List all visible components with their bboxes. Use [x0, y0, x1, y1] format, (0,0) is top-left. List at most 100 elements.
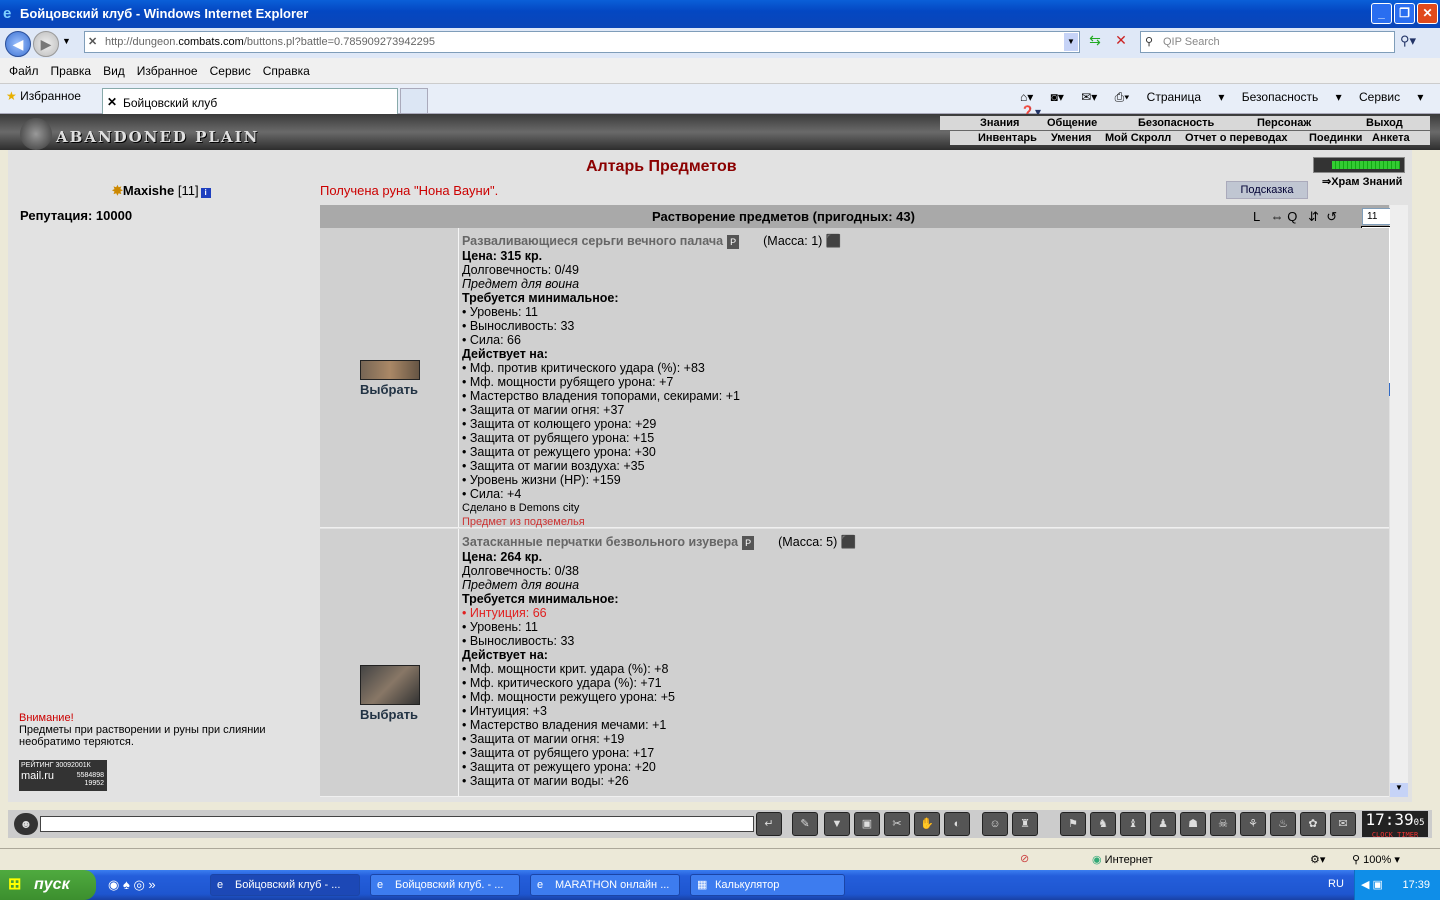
- task-calculator[interactable]: ▦ Калькулятор: [690, 874, 845, 896]
- menu-view[interactable]: Вид: [103, 58, 125, 84]
- task-combats-1[interactable]: e Бойцовский клуб - ...: [210, 874, 360, 896]
- item-name[interactable]: Затасканные перчатки безвольного изувера: [462, 535, 738, 549]
- back-button[interactable]: ◀: [5, 31, 31, 57]
- search-go-icon[interactable]: ⚲▾: [1400, 33, 1430, 53]
- nav-communication[interactable]: Общение: [1047, 117, 1097, 129]
- toolbar-action-icon[interactable]: ☺: [982, 812, 1008, 836]
- task-combats-2[interactable]: e Бойцовский клуб. - ...: [370, 874, 520, 896]
- menu-tools[interactable]: Сервис: [210, 58, 251, 84]
- toolbar-action-icon[interactable]: ☠: [1210, 812, 1236, 836]
- chat-input[interactable]: [40, 816, 754, 832]
- refresh-icon[interactable]: ⇆: [1084, 32, 1106, 54]
- temple-link[interactable]: ⇒Храм Знаний: [1322, 175, 1402, 188]
- toolbar-action-icon[interactable]: ↵: [756, 812, 782, 836]
- info-icon[interactable]: i: [200, 188, 211, 198]
- history-dropdown-icon[interactable]: ▼: [62, 36, 71, 46]
- task-label: Бойцовский клуб - ...: [235, 879, 341, 891]
- made-in: Сделано в Demons city: [462, 502, 580, 514]
- toolbar-action-icon[interactable]: ▣: [854, 812, 880, 836]
- nav-exit[interactable]: Выход: [1366, 117, 1403, 129]
- subnav-transfers[interactable]: Отчет о переводах: [1185, 132, 1288, 144]
- effect-line: • Защита от режущего урона: +20: [462, 760, 656, 774]
- url-rest: /buttons.pl?battle=0.785909273942295: [243, 36, 435, 48]
- subnav-profile[interactable]: Анкета: [1372, 132, 1410, 144]
- toolbar-action-icon[interactable]: ♟: [1150, 812, 1176, 836]
- calculator-icon: ▦: [697, 879, 708, 891]
- toolbar-action-icon[interactable]: ✎: [792, 812, 818, 836]
- item-header: Затасканные перчатки безвольного изувера…: [462, 535, 856, 550]
- scroll-down-icon[interactable]: ▼: [1390, 783, 1408, 797]
- toolbar-action-icon[interactable]: ⚑: [1060, 812, 1086, 836]
- menu-bar: Файл Правка Вид Избранное Сервис Справка: [0, 58, 1440, 84]
- content-scrollbar[interactable]: ▼: [1390, 205, 1408, 797]
- popup-blocked-icon[interactable]: ⊘: [1020, 852, 1029, 865]
- subnav-skills[interactable]: Умения: [1051, 132, 1091, 144]
- home-icon[interactable]: ⌂▾: [1020, 90, 1033, 104]
- tools-menu[interactable]: Сервис ▾: [1359, 90, 1423, 104]
- menu-file[interactable]: Файл: [9, 58, 39, 84]
- mail-icon[interactable]: ✉▾: [1081, 90, 1097, 104]
- tab-active[interactable]: ✕ Бойцовский клуб: [102, 88, 398, 114]
- menu-edit[interactable]: Правка: [51, 58, 92, 84]
- item-name[interactable]: Разваливающиеся серьги вечного палача: [462, 234, 723, 248]
- toolbar-action-icon[interactable]: ◐: [944, 812, 970, 836]
- choose-button[interactable]: Выбрать: [360, 707, 418, 722]
- toolbar-action-icon[interactable]: ♜: [1012, 812, 1038, 836]
- subnav-scroll[interactable]: Мой Скролл: [1105, 132, 1171, 144]
- nav-character[interactable]: Персонаж: [1257, 117, 1311, 129]
- subnav-fights[interactable]: Поединки: [1309, 132, 1362, 144]
- toolbar-action-icon[interactable]: ▼: [824, 812, 850, 836]
- star-icon: ★: [6, 89, 17, 103]
- print-icon[interactable]: ⎙▾: [1115, 90, 1130, 104]
- language-indicator[interactable]: RU: [1328, 878, 1344, 890]
- item-thumbnail[interactable]: [360, 360, 420, 380]
- quicklaunch-icons[interactable]: ◉ ♠ ◎ »: [108, 877, 156, 893]
- toolbar-action-icon[interactable]: ✂: [884, 812, 910, 836]
- window-titlebar: e Бойцовский клуб - Windows Internet Exp…: [0, 0, 1440, 28]
- safety-menu[interactable]: Безопасность ▾: [1242, 90, 1342, 104]
- toolbar-action-icon[interactable]: ♝: [1120, 812, 1146, 836]
- item-thumbnail[interactable]: [360, 665, 420, 705]
- toolbar-action-icon[interactable]: ⚘: [1240, 812, 1266, 836]
- task-marathon[interactable]: e MARATHON онлайн ...: [530, 874, 680, 896]
- choose-button[interactable]: Выбрать: [360, 382, 418, 397]
- sort-tools[interactable]: L ⇔ Q ⇵ ↺: [1253, 205, 1337, 228]
- toolbar-action-icon[interactable]: ♨: [1270, 812, 1296, 836]
- tray-icons[interactable]: ◀ ▣: [1361, 879, 1383, 891]
- search-input[interactable]: ⚲ QIP Search: [1140, 31, 1395, 53]
- toolbar-action-icon[interactable]: ✉: [1330, 812, 1356, 836]
- toolbar-action-icon[interactable]: ♞: [1090, 812, 1116, 836]
- start-button[interactable]: ⊞ пуск: [0, 870, 96, 900]
- menu-help[interactable]: Справка: [263, 58, 310, 84]
- page-menu[interactable]: Страница ▾: [1147, 90, 1225, 104]
- forward-button[interactable]: ▶: [33, 31, 59, 57]
- maximize-button[interactable]: ❐: [1394, 3, 1415, 24]
- nav-security[interactable]: Безопасность: [1138, 117, 1214, 129]
- stop-icon[interactable]: ✕: [1110, 32, 1132, 54]
- protected-mode-icon[interactable]: ⚙▾: [1310, 853, 1325, 866]
- new-tab-button[interactable]: [400, 88, 428, 114]
- zoom-level: 100%: [1363, 854, 1392, 866]
- menu-favorites[interactable]: Избранное: [137, 58, 198, 84]
- favorites-button[interactable]: ★ Избранное: [6, 89, 81, 103]
- item-description: Разваливающиеся серьги вечного палача P (М…: [462, 234, 841, 529]
- item-class-text: Предмет для воина: [462, 578, 580, 592]
- address-input[interactable]: ✕ http://dungeon.combats.com/buttons.pl?…: [84, 31, 1080, 53]
- close-button[interactable]: ✕: [1417, 3, 1438, 24]
- feeds-icon[interactable]: ◙▾: [1051, 90, 1064, 104]
- item-image-cell: Выбрать: [320, 529, 459, 796]
- ie-task-icon: e: [377, 879, 384, 891]
- address-dropdown-icon[interactable]: ▼: [1064, 33, 1078, 51]
- gift-icon: ⬛: [840, 535, 857, 549]
- nav-knowledge[interactable]: Знания: [980, 117, 1019, 129]
- chat-mode-icon[interactable]: ☻: [14, 813, 38, 835]
- subnav-inventory[interactable]: Инвентарь: [978, 132, 1037, 144]
- toolbar-action-icon[interactable]: ☗: [1180, 812, 1206, 836]
- hint-button[interactable]: Подсказка: [1226, 181, 1308, 199]
- mailru-rating-badge[interactable]: РЕЙТИНГ 30092001К mail.ru 5584898 19952: [19, 760, 107, 791]
- zoom-control[interactable]: ⚲ 100% ▾: [1352, 853, 1400, 866]
- toolbar-action-icon[interactable]: ✋: [914, 812, 940, 836]
- player-nick[interactable]: ✸Maxishe [11] i: [112, 183, 211, 199]
- minimize-button[interactable]: _: [1371, 3, 1392, 24]
- toolbar-action-icon[interactable]: ✿: [1300, 812, 1326, 836]
